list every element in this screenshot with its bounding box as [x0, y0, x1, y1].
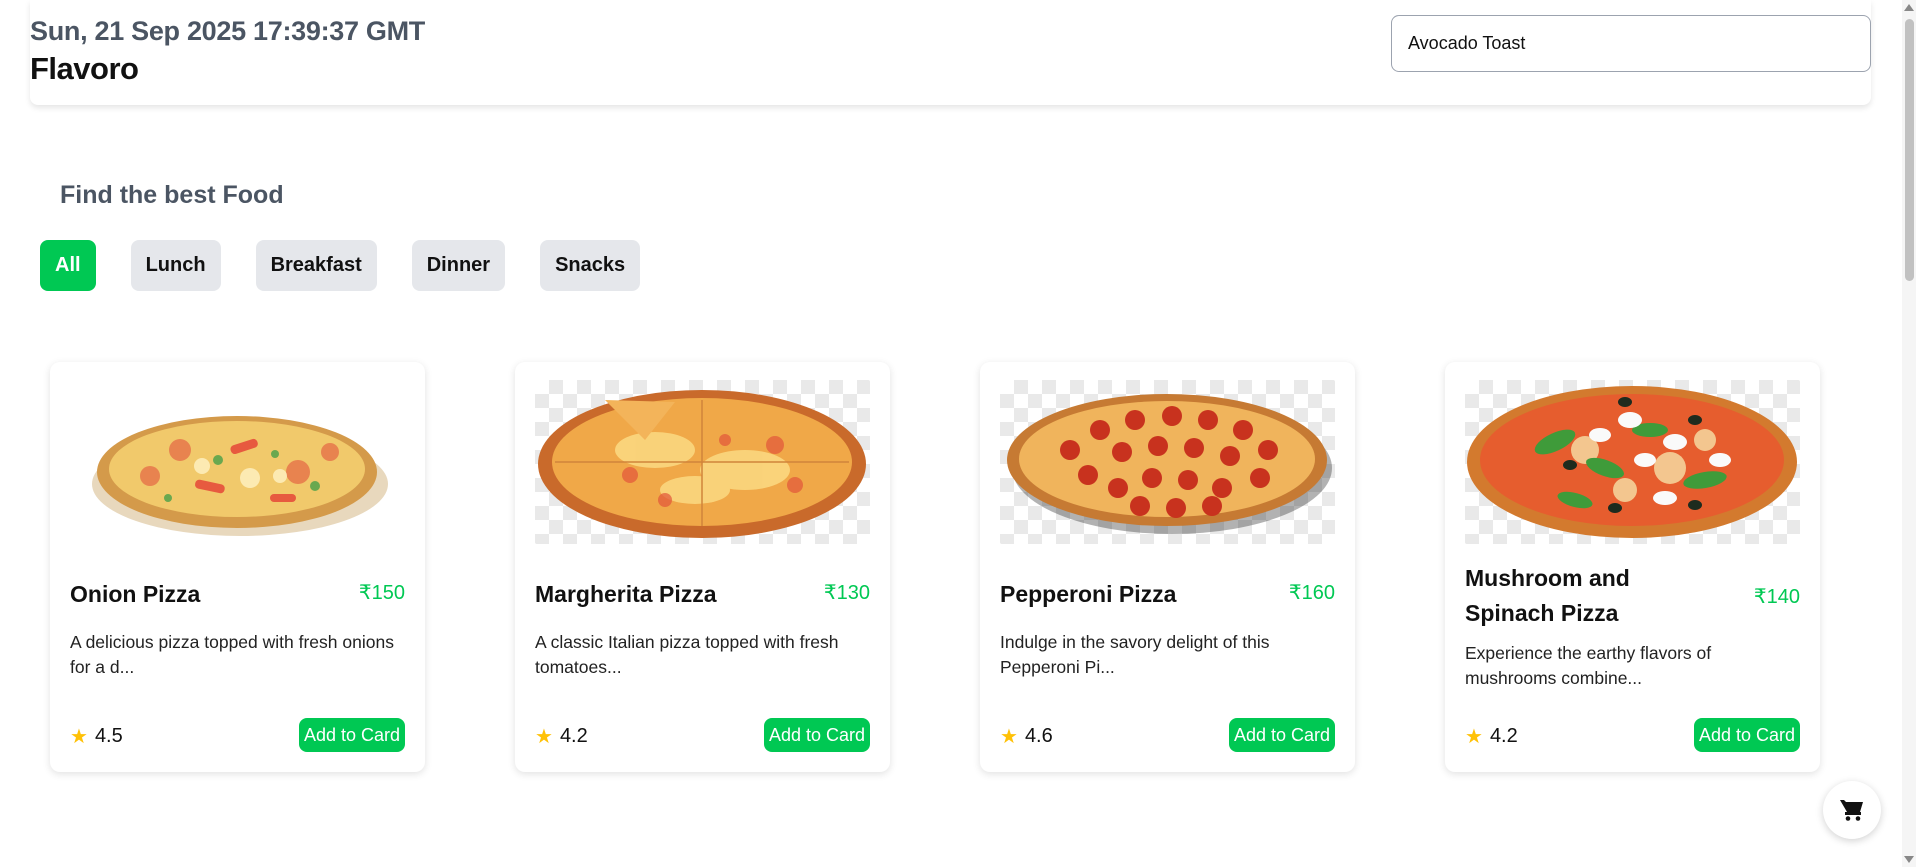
- page-scrollbar[interactable]: [1902, 0, 1916, 867]
- food-image-pepperoni-pizza: [1000, 380, 1335, 544]
- current-datetime: Sun, 21 Sep 2025 17:39:37 GMT: [30, 16, 425, 46]
- cart-button[interactable]: [1823, 781, 1881, 839]
- food-image-margherita-pizza: [535, 380, 870, 544]
- food-rating: ★ 4.5: [70, 724, 123, 749]
- add-to-cart-button[interactable]: Add to Card: [1228, 718, 1335, 752]
- food-description: Indulge in the savory delight of this Pe…: [1000, 632, 1270, 677]
- food-price: ₹160: [1288, 582, 1335, 604]
- rating-value: 4.6: [1024, 725, 1053, 747]
- food-description: A classic Italian pizza topped with fres…: [535, 632, 839, 677]
- food-image-mushroom-spinach-pizza: [1465, 380, 1800, 544]
- filter-lunch[interactable]: Lunch: [130, 240, 221, 291]
- star-icon: ★: [1465, 726, 1483, 748]
- food-description: Experience the earthy flavors of mushroo…: [1465, 643, 1712, 688]
- cart-icon: [1840, 800, 1863, 821]
- filter-breakfast[interactable]: Breakfast: [255, 240, 377, 291]
- food-image-onion-pizza: [70, 380, 405, 544]
- top-navbar: Sun, 21 Sep 2025 17:39:37 GMT Flavoro: [30, 0, 1871, 105]
- food-name: Onion Pizza: [70, 581, 201, 607]
- food-rating: ★ 4.2: [535, 724, 588, 749]
- star-icon: ★: [535, 726, 553, 748]
- food-price: ₹140: [1753, 586, 1800, 608]
- search-input[interactable]: [1391, 15, 1871, 72]
- add-to-cart-button[interactable]: Add to Card: [763, 718, 870, 752]
- food-card: Margherita Pizza ₹130 A classic Italian …: [515, 362, 890, 772]
- food-card-grid: Onion Pizza ₹150 A delicious pizza toppe…: [50, 362, 1910, 772]
- filter-dinner[interactable]: Dinner: [411, 240, 506, 291]
- rating-value: 4.5: [94, 725, 123, 747]
- add-to-cart-button[interactable]: Add to Card: [298, 718, 405, 752]
- section-title: Find the best Food: [60, 181, 284, 209]
- food-card: Onion Pizza ₹150 A delicious pizza toppe…: [50, 362, 425, 772]
- scroll-down-arrow-icon[interactable]: [1904, 856, 1914, 863]
- rating-value: 4.2: [1489, 725, 1518, 747]
- add-to-cart-button[interactable]: Add to Card: [1693, 718, 1800, 752]
- brand-logo-text: Flavoro: [30, 51, 139, 86]
- food-card: Pepperoni Pizza ₹160 Indulge in the savo…: [980, 362, 1355, 772]
- food-rating: ★ 4.2: [1465, 724, 1518, 749]
- food-price: ₹130: [823, 582, 870, 604]
- filter-all[interactable]: All: [40, 240, 96, 291]
- star-icon: ★: [70, 726, 88, 748]
- food-card: Mushroom and Spinach Pizza ₹140 Experien…: [1445, 362, 1820, 772]
- food-rating: ★ 4.6: [1000, 724, 1053, 749]
- category-filters: All Lunch Breakfast Dinner Snacks: [40, 240, 675, 291]
- food-name: Mushroom and Spinach Pizza: [1465, 565, 1630, 626]
- food-price: ₹150: [358, 582, 405, 604]
- food-description: A delicious pizza topped with fresh onio…: [70, 632, 394, 677]
- scroll-thumb[interactable]: [1905, 19, 1914, 281]
- filter-snacks[interactable]: Snacks: [540, 240, 641, 291]
- food-name: Pepperoni Pizza: [1000, 581, 1177, 607]
- scroll-up-arrow-icon[interactable]: [1904, 4, 1914, 11]
- star-icon: ★: [1000, 726, 1018, 748]
- rating-value: 4.2: [559, 725, 588, 747]
- food-name: Margherita Pizza: [535, 581, 717, 607]
